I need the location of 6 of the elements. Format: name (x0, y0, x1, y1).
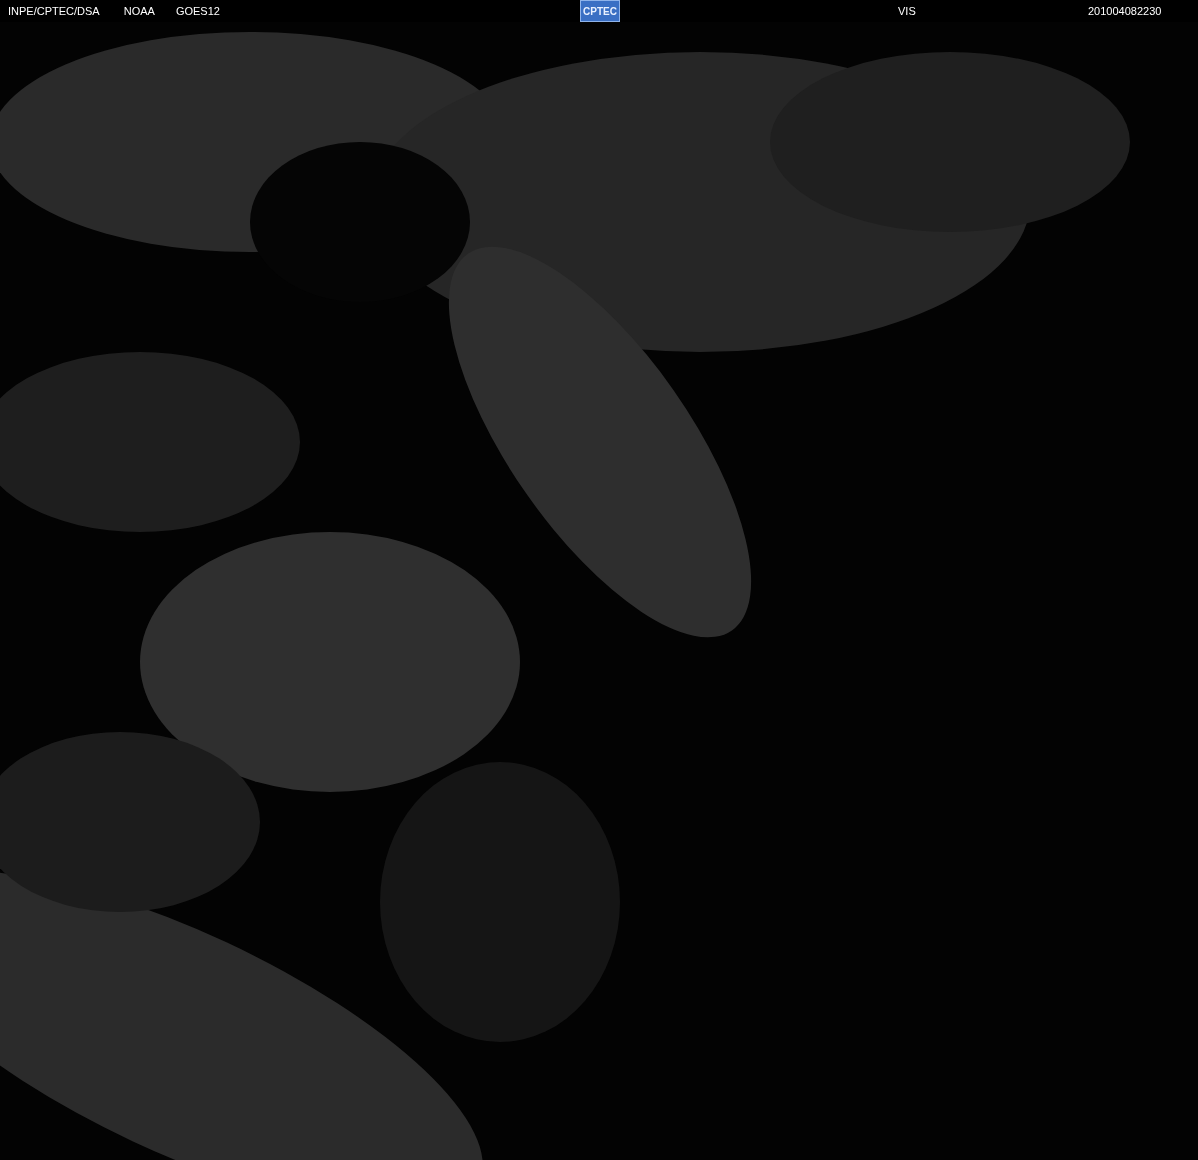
header-label: NOAA (123, 3, 155, 19)
timestamp: 201004082230 (1088, 3, 1162, 19)
logo: CPTEC (580, 0, 620, 22)
header-label: INPE/CPTEC/DSA (8, 3, 100, 19)
header-label: GOES12 (175, 3, 220, 19)
channel-label: VIS (898, 3, 916, 19)
